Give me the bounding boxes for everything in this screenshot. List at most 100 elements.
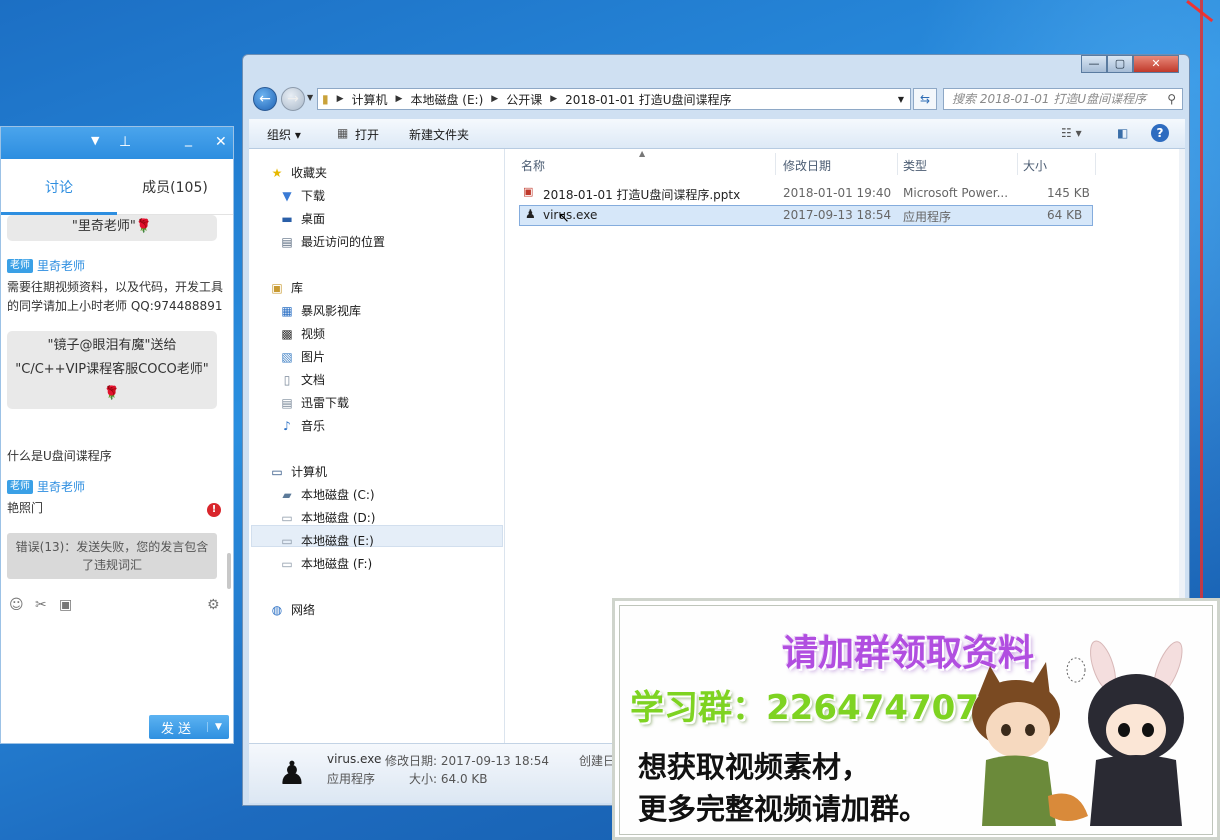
nav-network[interactable]: ◍ 网络: [269, 601, 315, 618]
help-icon[interactable]: ?: [1151, 124, 1169, 142]
nav-drive-d[interactable]: ▭ 本地磁盘 (D:): [279, 509, 375, 526]
desktop-red-line: [1200, 0, 1203, 600]
address-dropdown-icon[interactable]: ▼: [898, 95, 910, 104]
nav-label: 本地磁盘 (C:): [301, 488, 375, 502]
ad-overlay: 请加群领取资料 学习群：226474707 想获取视频素材， 更多完整视频请加群…: [612, 598, 1220, 840]
nav-video[interactable]: ▩ 视频: [279, 325, 325, 342]
address-bar[interactable]: ▮ ▶ 计算机 ▶ 本地磁盘 (E:) ▶ 公开课 ▶ 2018-01-01 打…: [317, 88, 911, 110]
chevron-right-icon[interactable]: ▶: [546, 94, 561, 104]
nav-label: 图片: [301, 350, 326, 364]
ad-line: 更多完整视频请加群。: [638, 792, 929, 826]
message-sender: 老师 里奇老师: [7, 257, 85, 274]
column-date[interactable]: 修改日期: [783, 157, 831, 174]
nav-baofeng[interactable]: ▦ 暴风影视库: [279, 302, 361, 319]
column-divider[interactable]: [1095, 153, 1096, 175]
organize-button[interactable]: 组织 ▾: [267, 126, 301, 143]
column-type[interactable]: 类型: [903, 157, 927, 174]
exe-file-icon: ♟: [525, 207, 536, 221]
chat-scrollbar[interactable]: [227, 553, 231, 589]
back-icon[interactable]: ←: [253, 87, 277, 111]
message-sender: 老师 里奇老师: [7, 478, 85, 495]
breadcrumb-public-class[interactable]: 公开课: [502, 91, 546, 108]
file-row[interactable]: ▣ 2018-01-01 打造U盘间谍程序.pptx 2018-01-01 19…: [519, 183, 1093, 204]
pin-icon[interactable]: ⊥: [119, 134, 131, 150]
send-button[interactable]: 发送 ▼: [149, 715, 229, 739]
preview-pane-icon[interactable]: ◧: [1117, 126, 1128, 140]
chat-tabs: 讨论 成员(105): [1, 159, 233, 215]
nav-recent[interactable]: ▤ 最近访问的位置: [279, 233, 385, 250]
minimize-icon[interactable]: _: [185, 131, 192, 147]
chevron-right-icon[interactable]: ▶: [487, 94, 502, 104]
chevron-right-icon[interactable]: ▶: [333, 94, 348, 104]
close-icon[interactable]: ✕: [215, 134, 227, 150]
nav-pictures[interactable]: ▧ 图片: [279, 348, 325, 365]
emoji-icon[interactable]: ☺: [9, 597, 24, 613]
nav-favorites[interactable]: ★ 收藏夹: [269, 164, 327, 181]
teacher-badge: 老师: [7, 258, 33, 273]
bubble-line: "C/C++VIP课程客服COCO老师": [15, 362, 209, 377]
search-icon[interactable]: ⚲: [1167, 89, 1176, 109]
new-folder-button[interactable]: 新建文件夹: [409, 126, 469, 143]
maximize-button[interactable]: ▢: [1107, 55, 1133, 73]
dropdown-icon[interactable]: ▼: [91, 134, 99, 147]
breadcrumb-current-folder[interactable]: 2018-01-01 打造U盘间谍程序: [561, 91, 735, 108]
column-size[interactable]: 大小: [1023, 157, 1047, 174]
column-name[interactable]: 名称: [521, 157, 545, 174]
command-bar: 组织 ▾ ▦ 打开 新建文件夹 ☷ ▾ ◧ ?: [249, 119, 1185, 149]
sender-name[interactable]: 里奇老师: [37, 478, 85, 495]
send-options-icon[interactable]: ▼: [207, 722, 229, 732]
nav-drive-f[interactable]: ▭ 本地磁盘 (F:): [279, 555, 372, 572]
chevron-right-icon[interactable]: ▶: [392, 94, 407, 104]
chat-titlebar: ▼ ⊥ _ ✕: [1, 127, 233, 159]
minimize-button[interactable]: —: [1081, 55, 1107, 73]
details-modified: 修改日期: 2017-09-13 18:54: [385, 754, 549, 768]
bubble-line: "镜子@眼泪有魔"送给: [47, 338, 177, 353]
mouse-cursor-icon: ↖: [558, 210, 570, 226]
sender-name[interactable]: 里奇老师: [37, 257, 85, 274]
column-divider[interactable]: [1017, 153, 1018, 175]
error-alert-icon[interactable]: !: [207, 503, 221, 517]
nav-label: 网络: [291, 603, 316, 617]
image-icon[interactable]: ▣: [59, 597, 72, 613]
settings-icon[interactable]: ⚙: [207, 597, 220, 613]
music-icon: ♪: [283, 418, 291, 433]
nav-xunlei[interactable]: ▤ 迅雷下载: [279, 394, 349, 411]
tab-discussion[interactable]: 讨论: [1, 177, 117, 197]
forward-icon[interactable]: →: [281, 87, 305, 111]
ad-group-number: 学习群：226474707: [630, 688, 979, 728]
nav-music[interactable]: ♪ 音乐: [279, 417, 325, 434]
nav-desktop[interactable]: ▬ 桌面: [279, 210, 325, 227]
refresh-icon[interactable]: ⇆: [913, 88, 937, 110]
breadcrumb-computer[interactable]: 计算机: [348, 91, 392, 108]
close-button[interactable]: ✕: [1133, 55, 1179, 73]
ad-line: 想获取视频素材，: [638, 750, 871, 784]
breadcrumb-drive-e[interactable]: 本地磁盘 (E:): [406, 91, 487, 108]
search-input[interactable]: 搜索 2018-01-01 打造U盘间谍程序 ⚲: [943, 88, 1183, 110]
download-folder-icon: ▼: [282, 188, 292, 203]
history-dropdown-icon[interactable]: ▼: [307, 93, 313, 102]
nav-library[interactable]: ▣ 库: [269, 279, 303, 296]
file-row-selected[interactable]: ♟ virus.exe 2017-09-13 18:54 应用程序 64 KB …: [519, 205, 1093, 226]
media-library-icon: ▦: [281, 303, 293, 318]
error-notice: 错误(13)：发送失败，您的发言包含 了违规词汇: [7, 533, 217, 579]
nav-label: 暴风影视库: [301, 304, 362, 318]
message-input[interactable]: [1, 621, 233, 711]
nav-drive-e[interactable]: ▭ 本地磁盘 (E:): [279, 532, 373, 549]
scissors-icon[interactable]: ✂: [35, 597, 47, 613]
nav-computer[interactable]: ▭ 计算机: [269, 463, 327, 480]
drive-icon: ▭: [281, 533, 293, 548]
nav-documents[interactable]: ▯ 文档: [279, 371, 325, 388]
drive-icon: ▭: [281, 556, 293, 571]
nav-label: 文档: [301, 373, 326, 387]
column-divider[interactable]: [897, 153, 898, 175]
nav-label: 库: [291, 281, 304, 295]
video-icon: ▩: [281, 326, 293, 341]
open-button[interactable]: 打开: [355, 126, 379, 143]
nav-drive-c[interactable]: ▰ 本地磁盘 (C:): [279, 486, 375, 503]
nav-label: 收藏夹: [291, 166, 328, 180]
tab-members[interactable]: 成员(105): [117, 177, 233, 197]
column-divider[interactable]: [775, 153, 776, 175]
view-options-icon[interactable]: ☷ ▾: [1061, 126, 1082, 140]
nav-downloads[interactable]: ▼ 下载: [279, 187, 325, 204]
send-label: 发送: [160, 721, 195, 737]
